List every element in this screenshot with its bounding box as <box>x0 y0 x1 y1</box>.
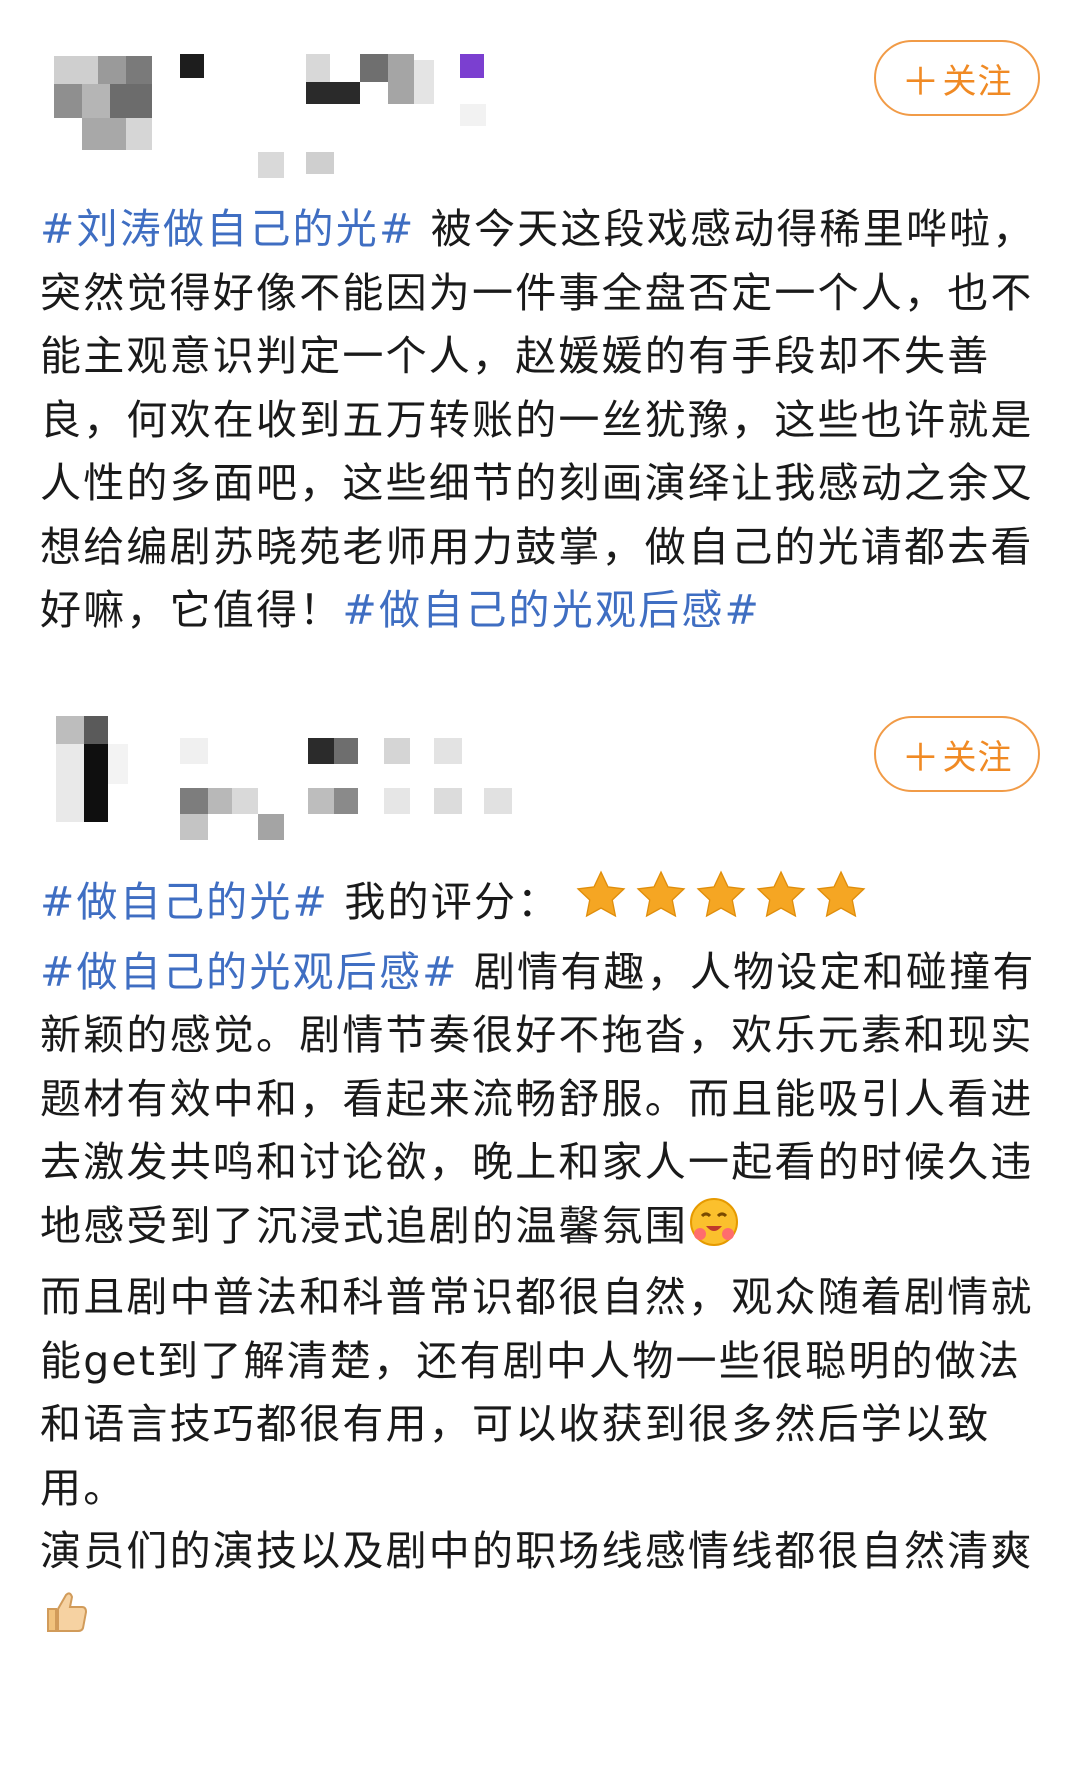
avatar[interactable] <box>38 716 148 826</box>
hugging-face-emoji <box>688 1196 740 1267</box>
star-icon <box>696 870 746 918</box>
star-icon <box>756 870 806 918</box>
post-card: ＋ 关注 #刘涛做自己的光# 被今天这段戏感动得稀里哗啦，突然觉得好像不能因为一… <box>0 0 1080 740</box>
follow-button[interactable]: ＋ 关注 <box>874 40 1040 116</box>
avatar[interactable] <box>48 48 158 158</box>
star-icon <box>816 870 866 918</box>
post-body: 被今天这段戏感动得稀里哗啦，突然觉得好像不能因为一件事全盘否定一个人，也不能主观… <box>40 205 1036 634</box>
post-text: #做自己的光# 我的评分： #做自己的光观后感# 剧情有趣，人物设定和碰撞有新颖… <box>40 868 1042 1655</box>
star-icon <box>576 870 626 918</box>
follow-label: 关注 <box>942 737 1013 778</box>
hashtag-link[interactable]: #做自己的光观后感# <box>342 586 761 634</box>
plus-icon: ＋ <box>901 735 941 780</box>
plus-icon: ＋ <box>901 59 941 104</box>
post-card: ＋ 关注 #做自己的光# 我的评分： #做自己的光观后感# 剧情有趣，人物设定和… <box>0 716 1080 1766</box>
follow-label: 关注 <box>942 61 1013 102</box>
follow-button[interactable]: ＋ 关注 <box>874 716 1040 792</box>
star-rating <box>574 868 874 941</box>
hashtag-link[interactable]: #做自己的光观后感# <box>40 948 459 996</box>
post-body: 演员们的演技以及剧中的职场线感情线都很自然清爽 <box>40 1527 1034 1575</box>
post-text: #刘涛做自己的光# 被今天这段戏感动得稀里哗啦，突然觉得好像不能因为一件事全盘否… <box>40 198 1042 643</box>
hashtag-link[interactable]: #做自己的光# <box>40 878 329 926</box>
username-censored[interactable] <box>170 48 500 188</box>
rating-label: 我的评分： <box>329 878 561 926</box>
username-censored[interactable] <box>176 730 536 850</box>
star-icon <box>636 870 686 918</box>
post-body: 而且剧中普法和科普常识都很自然，观众随着剧情就能get到了解清楚，还有剧中人物一… <box>40 1273 1034 1512</box>
hashtag-link[interactable]: #刘涛做自己的光# <box>40 205 416 253</box>
thumbs-up-emoji <box>40 1587 90 1656</box>
